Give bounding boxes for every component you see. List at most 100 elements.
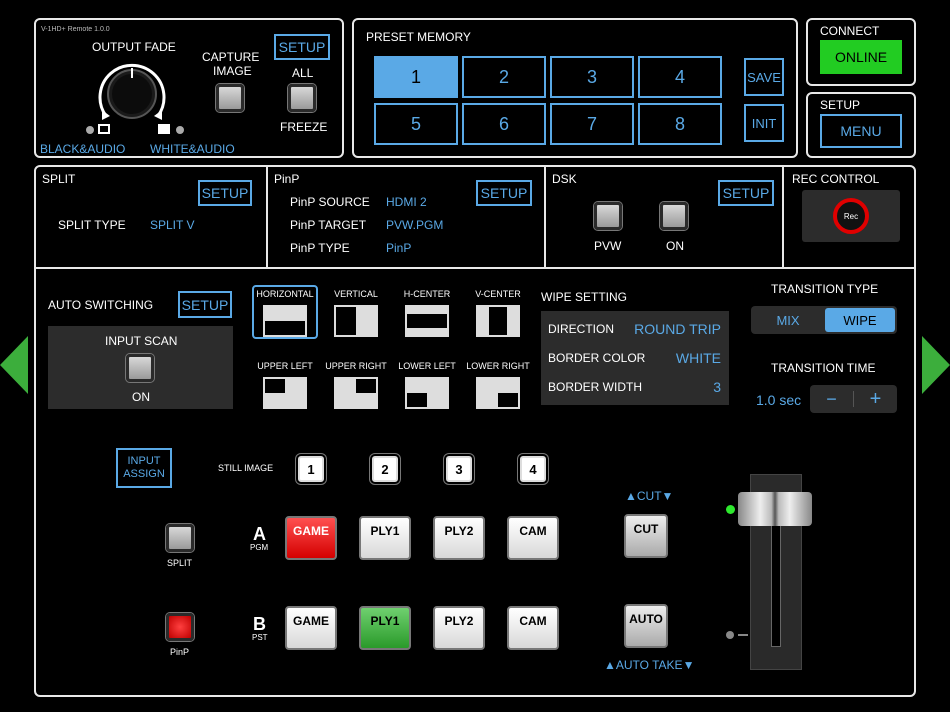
bus-a-letter: A	[253, 524, 266, 544]
preset-button-1[interactable]: 1	[374, 56, 458, 98]
time-plus-button[interactable]: +	[854, 385, 897, 413]
rec-button[interactable]: Rec	[833, 198, 869, 234]
auto-button[interactable]: AUTO	[624, 604, 668, 648]
black-audio-label: BLACK&AUDIO	[40, 142, 126, 156]
preset-save-button[interactable]: SAVE	[744, 58, 784, 96]
pinp-setup-button[interactable]: SETUP	[476, 180, 532, 206]
preset-memory-panel: PRESET MEMORY SAVE INIT 1234 5678	[352, 18, 798, 158]
wipe-shape-icon	[336, 307, 356, 335]
tbar-bottom-indicator-icon	[726, 631, 734, 639]
output-capture-panel: V-1HD+ Remote 1.0.0 OUTPUT FADE BLACK&AU…	[34, 18, 344, 158]
setup-title: SETUP	[820, 98, 861, 112]
preset-memory-title: PRESET MEMORY	[366, 30, 471, 44]
wipe-button[interactable]: WIPE	[825, 308, 895, 332]
pinp-source-label: PinP SOURCE	[290, 195, 370, 209]
fade-left-switch-icon	[98, 124, 110, 134]
split-setup-button[interactable]: SETUP	[198, 180, 252, 206]
cut-button[interactable]: CUT	[624, 514, 668, 558]
pinp-source-value[interactable]: HDMI 2	[386, 195, 427, 209]
border-color-value[interactable]: WHITE	[676, 350, 721, 366]
setup-panel: SETUP MENU	[806, 92, 916, 158]
direction-label: DIRECTION	[548, 322, 614, 336]
auto-switching-setup-button[interactable]: SETUP	[178, 291, 232, 318]
preset-button-2[interactable]: 2	[462, 56, 546, 98]
pgm-game-button[interactable]: GAME	[285, 516, 337, 560]
divider	[36, 267, 914, 269]
pinp-target-value[interactable]: PVW.PGM	[386, 218, 443, 232]
preset-button-6[interactable]: 6	[462, 103, 546, 145]
output-fade-title: OUTPUT FADE	[92, 40, 176, 54]
wipe-pattern-upper-left-button[interactable]	[263, 377, 307, 409]
still-image-3-button[interactable]: 3	[446, 456, 472, 482]
still-image-2-button[interactable]: 2	[372, 456, 398, 482]
dsk-on-button[interactable]	[660, 202, 688, 230]
preset-button-8[interactable]: 8	[638, 103, 722, 145]
rec-control-area: Rec	[802, 190, 900, 242]
pinp-button[interactable]	[166, 613, 194, 641]
wipe-label-h-center: H-CENTER	[403, 289, 451, 299]
wipe-pattern-horizontal-button[interactable]	[263, 305, 307, 337]
wipe-label-lower-left: LOWER LEFT	[398, 361, 456, 371]
output-fade-knob[interactable]	[96, 58, 168, 130]
wipe-pattern-lower-right-button[interactable]	[476, 377, 520, 409]
pst-ply1-button[interactable]: PLY1	[359, 606, 411, 650]
mix-button[interactable]: MIX	[753, 308, 823, 332]
next-page-arrow-icon[interactable]	[920, 336, 950, 399]
connect-panel: CONNECT ONLINE	[806, 18, 916, 86]
prev-page-arrow-icon[interactable]	[0, 336, 30, 399]
wipe-pattern-upper-right-button[interactable]	[334, 377, 378, 409]
border-color-label: BORDER COLOR	[548, 351, 646, 365]
online-status-button[interactable]: ONLINE	[820, 40, 902, 74]
wipe-pattern-v-center-button[interactable]	[476, 305, 520, 337]
fade-left-indicator-icon	[86, 126, 94, 134]
wipe-pattern-lower-left-button[interactable]	[405, 377, 449, 409]
border-width-value[interactable]: 3	[713, 379, 721, 395]
pst-cam-button[interactable]: CAM	[507, 606, 559, 650]
split-button-label: SPLIT	[167, 558, 193, 568]
tbar-handle[interactable]	[738, 492, 812, 526]
cut-label: ▲CUT▼	[625, 489, 674, 503]
pgm-ply2-button[interactable]: PLY2	[433, 516, 485, 560]
preset-button-5[interactable]: 5	[374, 103, 458, 145]
preset-button-7[interactable]: 7	[550, 103, 634, 145]
capture-image-button[interactable]	[216, 84, 244, 112]
input-scan-button[interactable]	[126, 354, 154, 382]
menu-button[interactable]: MENU	[820, 114, 902, 148]
wipe-label-lower-right: LOWER RIGHT	[466, 361, 530, 371]
pst-ply2-button[interactable]: PLY2	[433, 606, 485, 650]
pinp-title: PinP	[274, 172, 300, 186]
split-button[interactable]	[166, 524, 194, 552]
wipe-pattern-h-center-button[interactable]	[405, 305, 449, 337]
pinp-button-label: PinP	[170, 647, 190, 657]
split-type-label: SPLIT TYPE	[58, 218, 126, 232]
dsk-on-label: ON	[666, 239, 684, 253]
wipe-shape-icon	[407, 314, 447, 328]
input-assign-button[interactable]: INPUT ASSIGN	[116, 448, 172, 488]
tbar-top-indicator-icon	[726, 505, 735, 514]
connect-title: CONNECT	[820, 24, 880, 38]
preset-button-3[interactable]: 3	[550, 56, 634, 98]
divider	[266, 167, 268, 267]
freeze-button[interactable]	[288, 84, 316, 112]
pinp-type-label: PinP TYPE	[290, 241, 350, 255]
input-assign-line2: ASSIGN	[123, 468, 165, 480]
input-assign-line1: INPUT	[127, 455, 161, 467]
preset-init-button[interactable]: INIT	[744, 104, 784, 142]
pinp-type-value[interactable]: PinP	[386, 241, 411, 255]
bus-a-sub: PGM	[250, 543, 269, 552]
time-minus-button[interactable]: −	[810, 385, 853, 413]
capture-setup-button[interactable]: SETUP	[274, 34, 330, 60]
still-image-1-button[interactable]: 1	[298, 456, 324, 482]
wipe-pattern-vertical-button[interactable]	[334, 305, 378, 337]
input-scan-on-label: ON	[132, 390, 150, 404]
split-title: SPLIT	[42, 172, 76, 186]
pgm-ply1-button[interactable]: PLY1	[359, 516, 411, 560]
still-image-4-button[interactable]: 4	[520, 456, 546, 482]
dsk-setup-button[interactable]: SETUP	[718, 180, 774, 206]
split-type-value[interactable]: SPLIT V	[150, 218, 194, 232]
pst-game-button[interactable]: GAME	[285, 606, 337, 650]
preset-button-4[interactable]: 4	[638, 56, 722, 98]
dsk-pvw-button[interactable]	[594, 202, 622, 230]
direction-value[interactable]: ROUND TRIP	[634, 321, 721, 337]
pgm-cam-button[interactable]: CAM	[507, 516, 559, 560]
